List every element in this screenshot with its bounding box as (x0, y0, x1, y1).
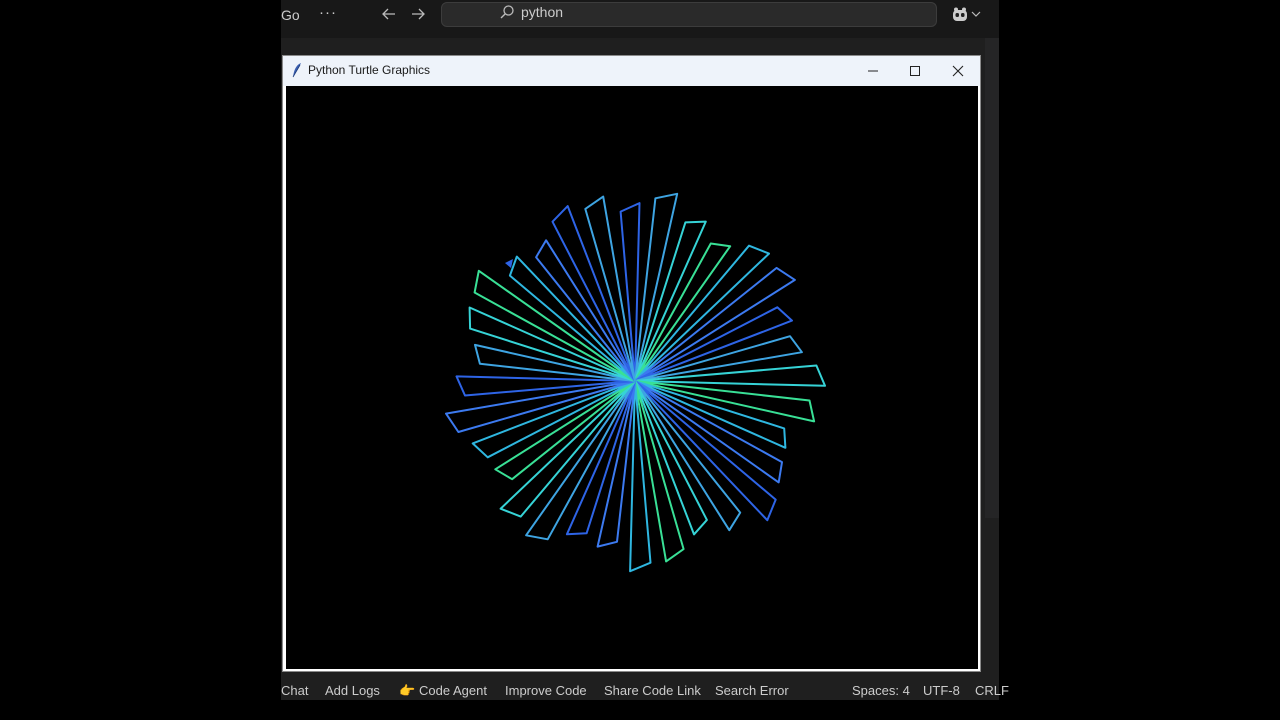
maximize-icon (910, 66, 920, 76)
spiral-zigzag (473, 269, 636, 382)
turtle-cursor-icon (505, 259, 513, 268)
ide-tab-strip (281, 30, 999, 38)
forward-arrow-icon[interactable] (410, 6, 426, 22)
status-spaces[interactable]: Spaces: 4 (852, 683, 910, 698)
close-icon (952, 65, 964, 77)
status-bottom (281, 700, 999, 720)
minimize-icon (868, 70, 878, 72)
copilot-icon[interactable] (951, 6, 969, 24)
turtle-canvas[interactable] (286, 86, 978, 669)
chevron-down-icon[interactable] (971, 9, 981, 19)
more-icon[interactable]: ··· (319, 4, 337, 21)
window-title: Python Turtle Graphics (308, 63, 431, 77)
status-chat[interactable]: Chat (281, 683, 308, 698)
spiral-zigzag (634, 380, 783, 484)
ide-scrollbar[interactable] (985, 38, 999, 518)
spiral-zigzag (634, 242, 732, 382)
ide-titlebar: Go ··· python (281, 0, 999, 30)
status-bar: Chat Add Logs 👉 Code Agent Improve Code … (281, 680, 1009, 700)
status-improve-code[interactable]: Improve Code (505, 683, 587, 698)
feather-icon (292, 63, 301, 78)
status-code-agent[interactable]: Code Agent (419, 683, 487, 698)
spiral-drawing (445, 192, 826, 573)
close-button[interactable] (936, 56, 980, 86)
code-agent-emoji: 👉 (399, 683, 416, 698)
status-eol[interactable]: CRLF (975, 683, 1009, 698)
status-share-code-link[interactable]: Share Code Link (604, 683, 701, 698)
status-search-error[interactable]: Search Error (715, 683, 789, 698)
maximize-button[interactable] (893, 56, 937, 86)
status-encoding[interactable]: UTF-8 (923, 683, 960, 698)
status-add-logs[interactable]: Add Logs (325, 683, 380, 698)
back-arrow-icon[interactable] (381, 6, 397, 22)
search-text: python (521, 4, 564, 20)
minimize-button[interactable] (851, 56, 895, 86)
spiral-zigzag (525, 380, 636, 541)
turtle-graphics-window: Python Turtle Graphics (282, 55, 981, 672)
menu-go[interactable]: Go (281, 7, 300, 23)
search-icon (500, 5, 514, 19)
command-center-search[interactable] (441, 2, 937, 27)
turtle-window-titlebar[interactable]: Python Turtle Graphics (283, 56, 980, 86)
